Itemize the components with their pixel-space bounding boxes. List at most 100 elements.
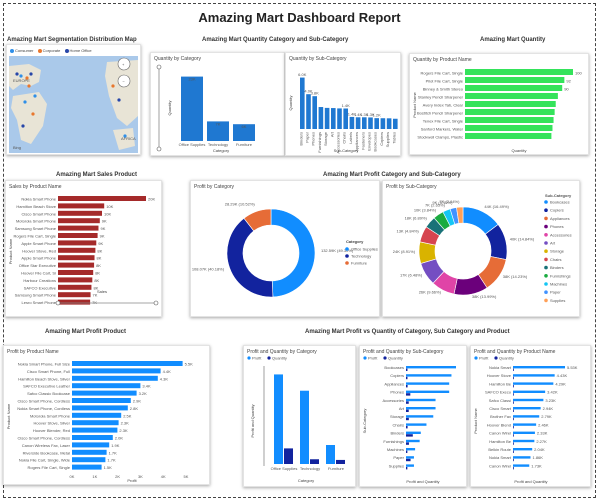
tick-label-y: Apple Smart Phone	[21, 256, 56, 261]
slice-technology	[226, 217, 274, 298]
bar-quantity	[406, 417, 409, 421]
bar-data-label: 4.4K	[163, 369, 172, 374]
quantity-by-product-card[interactable]: Quantity by Product Name Product Name Rog…	[409, 53, 589, 155]
bar-profit	[406, 390, 450, 393]
axis-label-y: Product Name	[8, 238, 13, 264]
quantity-by-subcategory-card[interactable]: Quantity by Sub-Category Quantity 6.0K Bin…	[285, 52, 401, 156]
tick-label-y: Samsung Smart Phone	[15, 226, 57, 231]
tick-label-y: Bostitch Pencil Sharpener	[417, 111, 464, 116]
slice-data-label: 10K (3.84%)	[414, 207, 437, 212]
bar-product	[58, 277, 93, 283]
bar-subcategory	[355, 117, 361, 129]
legend-dot	[474, 356, 478, 360]
bar-product	[58, 247, 96, 253]
legend-corporate: Corporate	[42, 48, 61, 53]
legend-title: Category	[346, 239, 364, 244]
slicer-handle-top	[156, 64, 162, 70]
tick-label-y: Nokia Smart Phone	[21, 197, 56, 202]
tick-label-x: Supplies	[385, 132, 390, 147]
profit-quantity-category-card[interactable]: Profit and Quantity by Category Profit Qu…	[243, 345, 356, 487]
bar-data-label: 8K	[97, 248, 102, 253]
bar-data-label: 10K	[104, 211, 111, 216]
bar-profit	[406, 366, 456, 369]
bar-data-label: 1.5K	[104, 465, 113, 470]
bar-product	[58, 270, 94, 275]
bar-subcategory	[362, 117, 367, 129]
bar-quantity	[406, 385, 408, 388]
legend-dot	[494, 356, 498, 360]
bar-data-label: 4.43K	[557, 373, 568, 378]
profit-quantity-subcategory-chart: Profit Quantity Sub-Category Bookcases Copie…	[362, 356, 456, 484]
bar-profit	[513, 398, 544, 402]
bar-data-label: 9K	[100, 226, 105, 231]
segmentation-map-card[interactable]: Consumer Corporate Home Office EUROPE AF…	[6, 44, 141, 155]
bar-data-label: 9K	[100, 234, 105, 239]
bar-data-label: 2.8K	[130, 406, 139, 411]
profit-by-subcategory-card[interactable]: Profit by Sub-Category 44K (16.49%) 40K (…	[382, 180, 580, 317]
scroll-handle-right	[153, 300, 159, 306]
tick-label-y: Belkin Route	[488, 447, 511, 452]
bar-data-label: 3.23K	[545, 398, 556, 403]
tick-label-y: Stanley Pencil Sharpener	[418, 95, 464, 100]
bar-data-label: 2.0K	[115, 436, 124, 441]
profit-quantity-subcategory-card[interactable]: Profit and Quantity by Sub-Category Prof…	[359, 345, 467, 487]
bar-quantity	[406, 442, 409, 445]
slice-data-label: 38K (14.23%)	[503, 274, 528, 279]
bar-quantity	[513, 385, 514, 388]
tick-label-x: Technology	[208, 142, 228, 147]
tick-label-x: Paper	[305, 131, 310, 142]
bar-quantity	[406, 376, 408, 380]
bar-data-label: 2.5K	[123, 413, 132, 418]
bar-data-label: 2.9K	[133, 399, 142, 404]
legend-label: Bookcases	[550, 200, 570, 205]
slice-data-label: 44K (16.49%)	[484, 204, 509, 209]
tick-label-x: 2K	[115, 474, 120, 479]
legend-dot	[544, 216, 548, 221]
tick-label-y: Machines	[387, 447, 404, 452]
bar-profit	[513, 456, 531, 459]
page-title: Amazing Mart Dashboard Report	[198, 10, 401, 25]
bar-profit	[513, 382, 554, 385]
bar-product	[72, 412, 122, 418]
bar-quantity	[513, 426, 514, 429]
bar-product	[58, 196, 146, 201]
legend-dot	[544, 224, 548, 229]
legend-dot	[544, 233, 548, 237]
bar-product	[72, 375, 158, 381]
bar-data-label: 7K	[216, 121, 221, 126]
legend-dot	[383, 356, 387, 360]
bar-profit	[513, 448, 533, 451]
bar-data-label: 3.2K	[139, 391, 148, 396]
tick-label-y: Hoover File Cart, Si	[21, 271, 56, 276]
bar-product	[58, 240, 97, 246]
bar-product	[58, 255, 95, 261]
profit-by-product-card[interactable]: Profit by Product Name Product Name Nokia…	[3, 345, 210, 485]
bar-data-label: 8K	[94, 278, 99, 283]
profit-by-category-card[interactable]: Profit by Category 132.59K (49.30%) 108.0…	[190, 180, 380, 317]
bar-product	[465, 109, 555, 115]
bar-quantity	[513, 458, 514, 462]
bar-profit	[274, 374, 283, 464]
bar-quantity	[406, 450, 408, 453]
legend-dot-consumer	[10, 48, 14, 53]
bar-quantity	[513, 434, 514, 437]
bar-product	[58, 262, 95, 268]
bar-product	[465, 85, 563, 91]
tick-label-y: Storage	[390, 414, 405, 419]
bar-subcategory	[337, 108, 342, 129]
tick-label-y: Cisco Smart Phone, Cordless	[18, 436, 70, 441]
tick-label-y: Nokia Smart Phone, Cordless	[17, 406, 70, 411]
bar-quantity	[513, 450, 514, 453]
bar-profit	[406, 398, 436, 402]
world-map[interactable]: EUROPE AFRICA + − Bing	[9, 56, 138, 153]
tick-label-y: Safco Classic Bookcase	[27, 391, 71, 396]
profit-quantity-product-card[interactable]: Profit and Quantity by Product Name Prof…	[470, 345, 591, 487]
sales-by-product-card[interactable]: Sales by Product Name Product Name Nokia …	[5, 180, 162, 317]
bar-profit	[513, 439, 535, 443]
tick-label-y: Canon Wirel	[489, 463, 511, 468]
bar-profit	[406, 431, 421, 434]
quantity-by-category-card[interactable]: Quantity by Category Quantity 23K Office S…	[150, 52, 285, 156]
section-title-profit-category: Amazing Mart Profit Category and Sub-Cat…	[323, 172, 461, 178]
legend-label: Profit	[479, 356, 489, 361]
tick-label-x: Furnishings	[317, 132, 322, 153]
